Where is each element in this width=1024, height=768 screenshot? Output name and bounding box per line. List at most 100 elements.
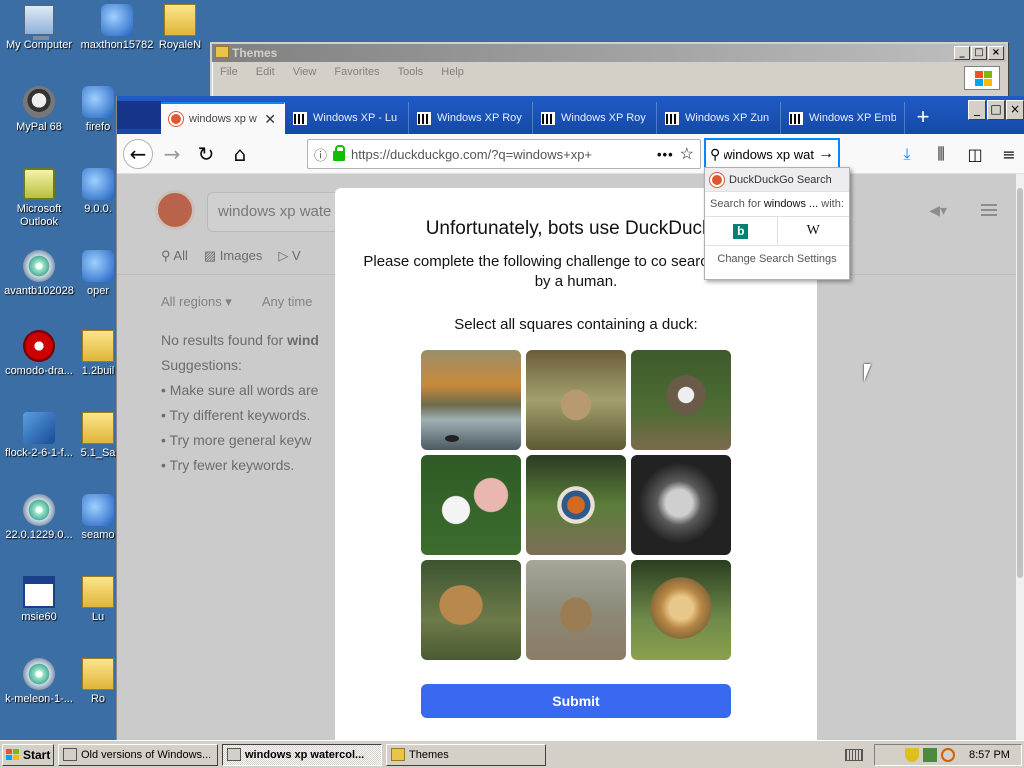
search-go-icon[interactable]: → [818,145,834,163]
task-windows-xp-watercolor[interactable]: windows xp watercol... [222,743,382,766]
library-button[interactable]: ⫼ [926,139,956,169]
search-icon: ⚲ [710,145,721,162]
cd-installer-icon [23,494,55,526]
menu-favorites[interactable]: Favorites [334,66,379,78]
desktop-icon-kmeleon[interactable]: k-meleon-1-... [0,658,78,706]
mypal-icon [23,86,55,118]
page-scrollbar[interactable] [1016,174,1024,741]
change-search-settings[interactable]: Change Search Settings [705,246,849,265]
close-tab-icon[interactable]: ✕ [264,111,276,128]
themes-title-bar[interactable]: Themes _ □ × [212,44,1006,62]
captcha-tile-eagle[interactable] [631,350,731,450]
captcha-tile-deer[interactable] [526,350,626,450]
captcha-tile-giraffe[interactable] [421,560,521,660]
browser-minimize-button[interactable]: _ [968,100,986,120]
menu-edit[interactable]: Edit [256,66,275,78]
clock[interactable]: 8:57 PM [969,749,1010,761]
home-button[interactable]: ⌂ [225,139,255,169]
desktop-icon-lu[interactable]: Lu [78,576,118,624]
outlook-icon [23,168,55,200]
desktop-icon-9000[interactable]: 9.0.0. [78,168,118,216]
engine-wikipedia[interactable]: W [778,217,850,245]
arrow-left-icon: ← [129,141,147,166]
captcha-tile-lion[interactable] [631,560,731,660]
desktop-icon-my-computer[interactable]: My Computer [0,4,78,52]
scrollbar-thumb[interactable] [1017,188,1023,578]
tab-windows-xp-zune[interactable]: Windows XP Zun [657,102,781,134]
new-tab-button[interactable]: + [905,102,941,134]
submit-button[interactable]: Submit [421,684,731,718]
desktop-icon-royale[interactable]: RoyaleN [150,4,210,52]
info-icon[interactable]: ⓘ [314,145,327,164]
desktop-icon-opera[interactable]: oper [78,250,118,298]
duckduckgo-icon [710,172,724,187]
tab-windows-xp-luna[interactable]: Windows XP - Lu [285,102,409,134]
window-app-icon [23,576,55,608]
desktop-icon-12build[interactable]: 1.2buil [78,330,118,378]
back-button[interactable]: ← [123,138,153,169]
bing-icon: b [733,223,749,239]
maximize-button[interactable]: □ [971,46,987,60]
archive-icon [82,658,114,690]
captcha-tile-mandarin-duck[interactable] [526,455,626,555]
wiki-icon [665,111,679,125]
desktop-icon-outlook[interactable]: Microsoft Outlook [0,168,78,229]
start-button[interactable]: Start [2,743,54,766]
engine-bing[interactable]: b [705,217,778,245]
one-off-engines: b W [705,216,849,246]
desktop-icon-seamonkey[interactable]: seamo [78,494,118,542]
desktop-icon-22-0[interactable]: 22.0.1229.0... [0,494,78,542]
captcha-tile-lake-duck[interactable] [421,350,521,450]
url-text[interactable]: https://duckduckgo.com/?q=windows+xp+ [351,147,651,162]
url-bar[interactable]: ⓘ https://duckduckgo.com/?q=windows+xp+ … [307,139,701,169]
desktop-icon-flock[interactable]: flock-2-6-1-f... [0,412,78,460]
desktop-icon-comodo[interactable]: comodo-dra... [0,330,78,378]
captcha-tile-duck[interactable] [526,560,626,660]
desktop-icon-msie60[interactable]: msie60 [0,576,78,624]
desktop-icon-maxthon[interactable]: maxthon15782 [78,4,156,52]
home-icon: ⌂ [233,141,247,166]
task-themes[interactable]: Themes [386,743,546,766]
menu-view[interactable]: View [293,66,317,78]
task-old-versions[interactable]: Old versions of Windows... [58,743,218,766]
tab-windows-xp-royale-2[interactable]: Windows XP Roy [533,102,657,134]
desktop-icon-mypal[interactable]: MyPal 68 [0,86,78,134]
captcha-tile-dog-pig[interactable] [421,455,521,555]
installer-icon [82,168,114,200]
menu-file[interactable]: File [220,66,238,78]
browser-maximize-button[interactable]: □ [987,100,1005,120]
minimize-button[interactable]: _ [954,46,970,60]
search-bar[interactable]: ⚲ windows xp wat → [705,139,839,169]
forward-button[interactable]: → [157,139,187,169]
window-icon [227,748,241,761]
network-icon[interactable] [923,748,937,762]
downloads-button[interactable]: ⤓ [892,139,922,169]
bookmark-star-icon[interactable]: ☆ [680,144,694,164]
installer-icon [82,86,114,118]
popup-header-label: DuckDuckGo Search [729,173,832,186]
browser-close-button[interactable]: × [1006,100,1024,120]
archive-icon [164,4,196,36]
popup-header[interactable]: DuckDuckGo Search [705,168,849,192]
reload-button[interactable]: ↻ [191,139,221,169]
taskbar: Start Old versions of Windows... windows… [0,740,1024,768]
search-input[interactable]: windows xp wat [724,147,814,162]
tab-duckduckgo[interactable]: windows xp w ✕ [161,102,285,134]
search-tray-icon[interactable] [941,748,955,762]
desktop-icon-51sa[interactable]: 5.1_Sa [78,412,118,460]
menu-help[interactable]: Help [441,66,464,78]
menu-button[interactable]: ≡ [994,139,1024,169]
menu-tools[interactable]: Tools [398,66,424,78]
close-button[interactable]: × [988,46,1004,60]
captcha-tile-lion-bw[interactable] [631,455,731,555]
sidebar-button[interactable]: ◫ [960,139,990,169]
shield-icon[interactable] [905,748,919,762]
archive-icon [82,576,114,608]
desktop-icon-ro[interactable]: Ro [78,658,118,706]
keyboard-icon[interactable] [845,749,863,761]
tab-windows-xp-royale-1[interactable]: Windows XP Roy [409,102,533,134]
tab-windows-xp-embedded[interactable]: Windows XP Emb [781,102,905,134]
page-actions-icon[interactable]: ••• [657,147,674,162]
desktop-icon-avant[interactable]: avantb102028 [0,250,78,298]
desktop-icon-firefox[interactable]: firefo [78,86,118,134]
